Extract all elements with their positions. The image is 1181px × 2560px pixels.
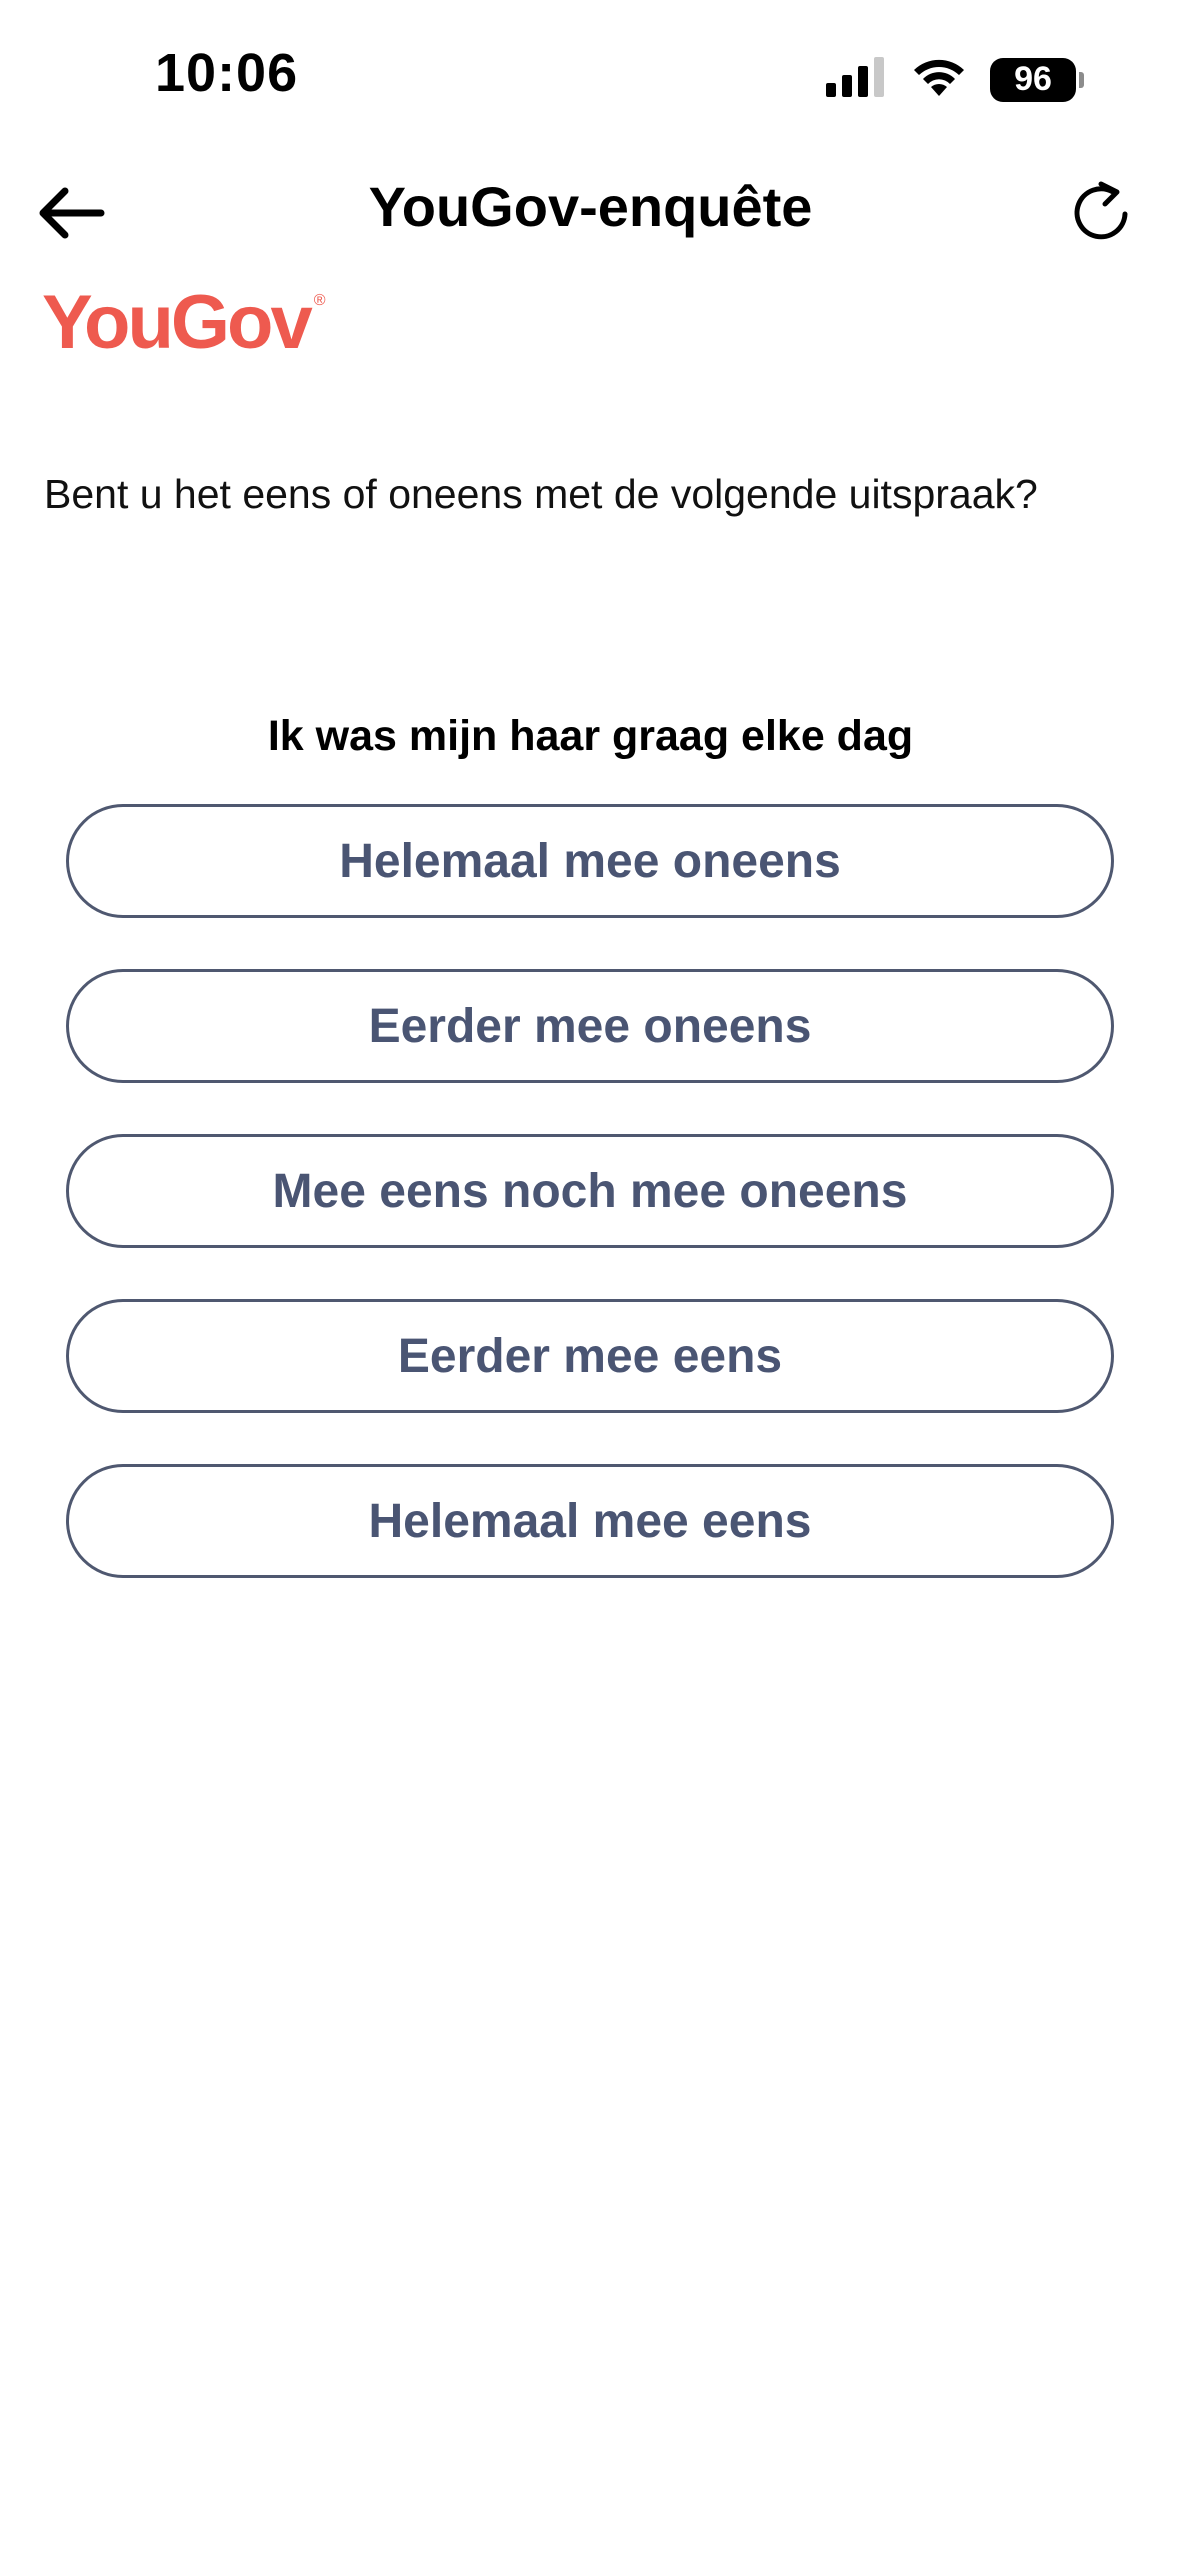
page-title: YouGov-enquête [368,175,813,238]
battery-icon: 96 [990,57,1084,102]
status-bar: 10:06 96 [0,0,1181,160]
status-time: 10:06 [155,43,299,103]
logo-text: YouGov [42,280,313,365]
wifi-icon [910,56,968,103]
option-eerder-mee-oneens[interactable]: Eerder mee oneens [66,969,1114,1083]
status-icons: 96 [826,56,1084,103]
option-eerder-mee-eens[interactable]: Eerder mee eens [66,1299,1114,1413]
refresh-button[interactable] [1061,172,1141,252]
cellular-signal-icon [826,57,888,102]
battery-level: 96 [1014,60,1052,98]
nav-bar: YouGov-enquête [0,160,1181,290]
registered-mark: ® [313,292,326,309]
question-text: Bent u het eens of oneens met de volgend… [44,471,1038,517]
answer-options: Helemaal mee oneens Eerder mee oneens Me… [66,804,1114,1629]
option-mee-eens-noch-mee-oneens[interactable]: Mee eens noch mee oneens [66,1134,1114,1248]
yougov-logo: YouGov ® [42,285,326,361]
option-helemaal-mee-oneens[interactable]: Helemaal mee oneens [66,804,1114,918]
statement-text: Ik was mijn haar graag elke dag [267,712,914,760]
refresh-icon [1071,178,1131,247]
option-helemaal-mee-eens[interactable]: Helemaal mee eens [66,1464,1114,1578]
battery-tip [1079,71,1084,88]
